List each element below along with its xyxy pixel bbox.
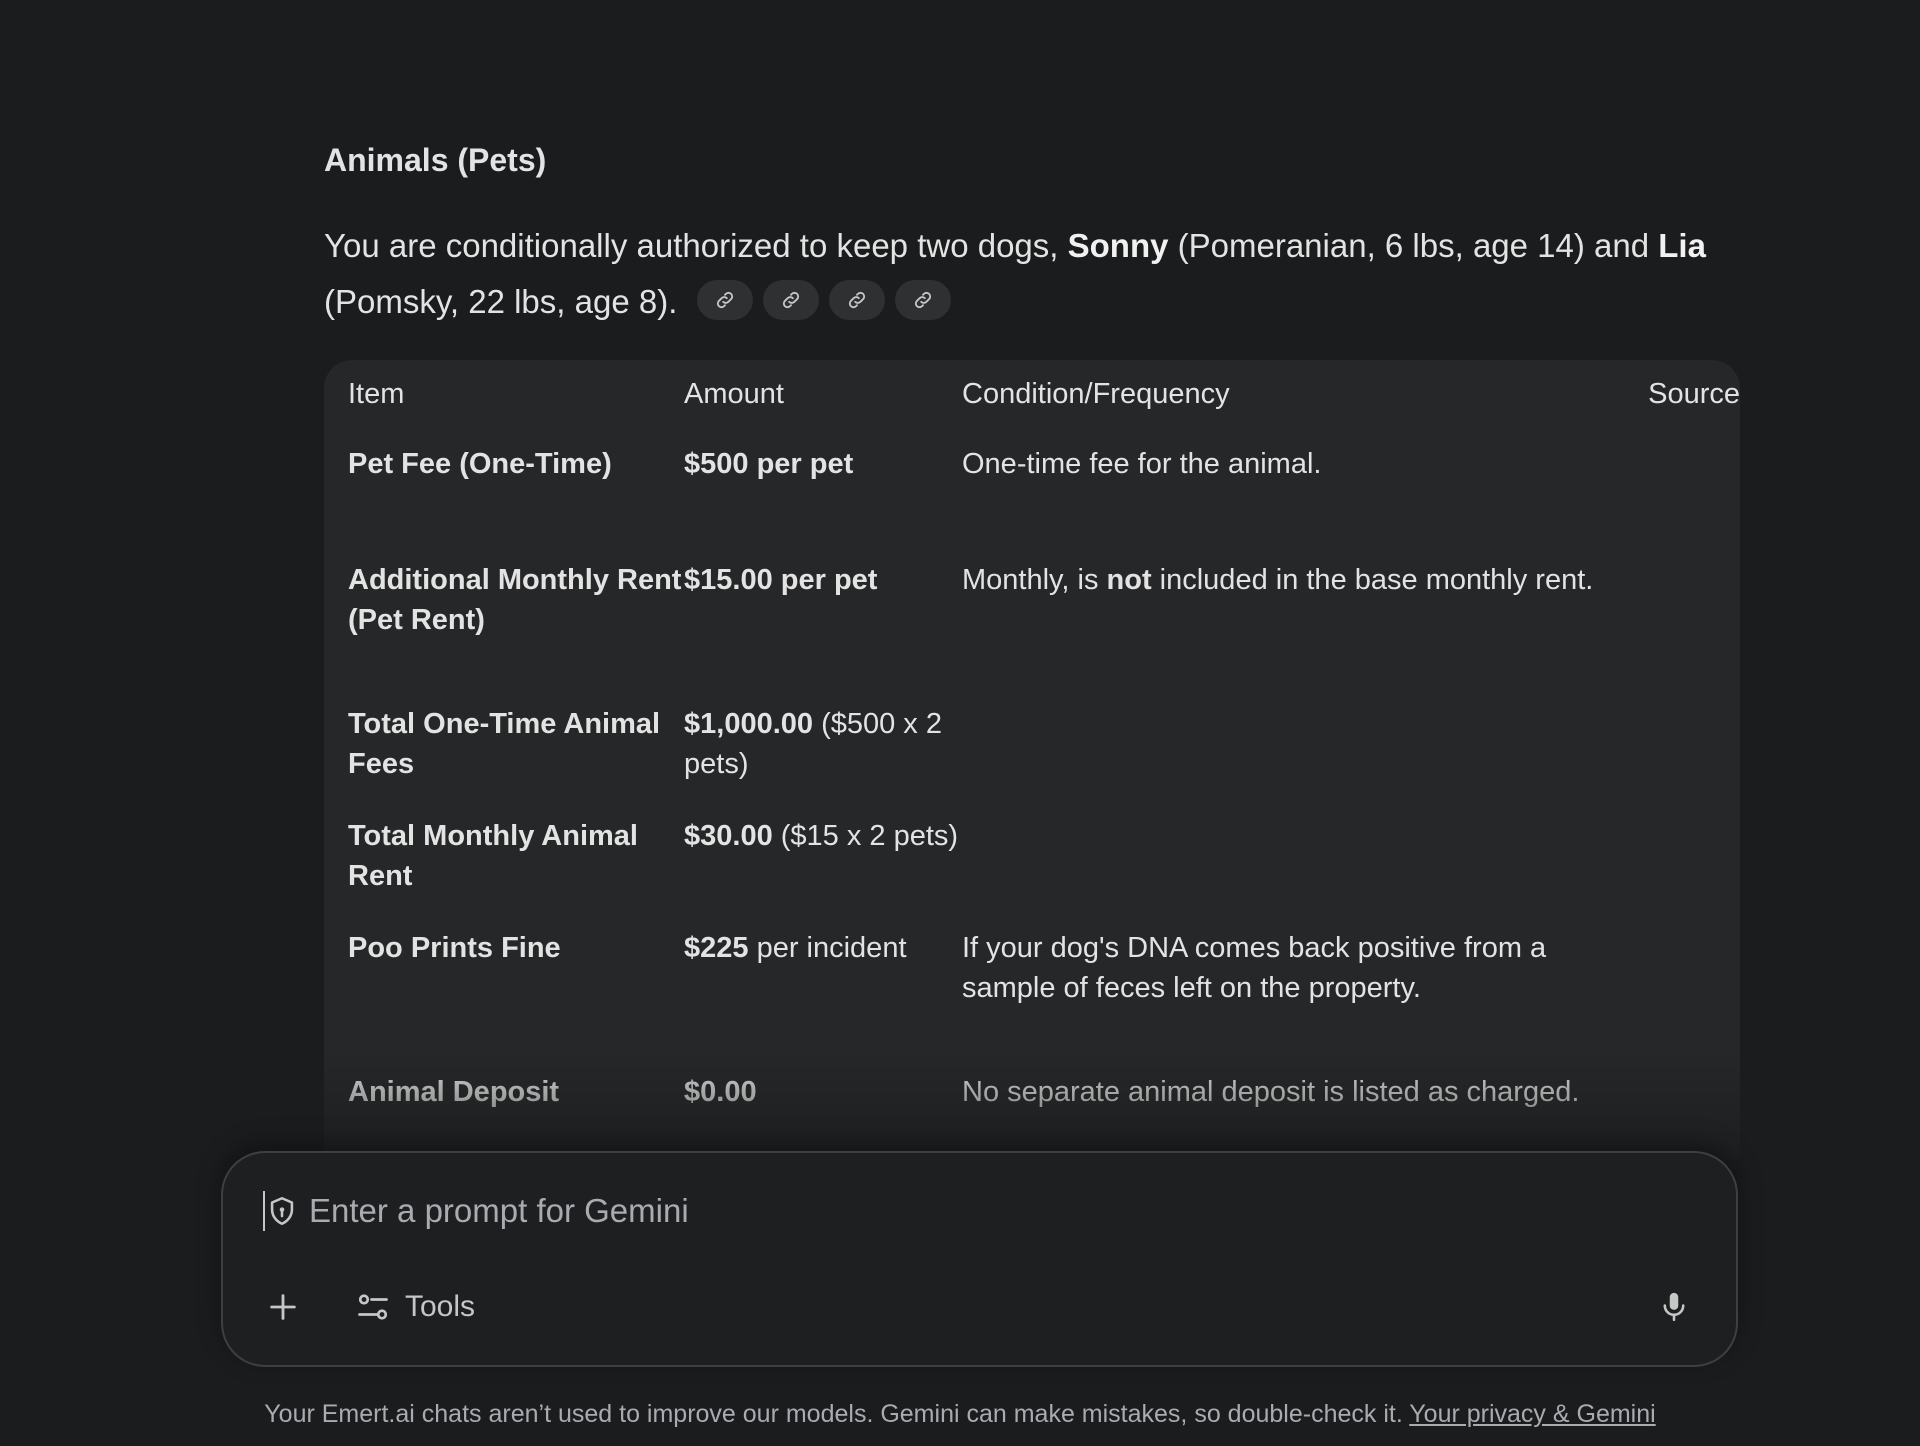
gemini-chat-page: Animals (Pets) You are conditionally aut… bbox=[0, 0, 1920, 1446]
link-icon bbox=[848, 292, 865, 309]
intro-text: (Pomsky, 22 lbs, age 8). bbox=[324, 283, 678, 320]
cell-item: Poo Prints Fine bbox=[348, 932, 561, 964]
pet-fees-table-card: Item Amount Condition/Frequency Source P… bbox=[324, 360, 1740, 1160]
intro-text: (Pomeranian, 6 lbs, age 14) and bbox=[1168, 227, 1659, 264]
cell-item: Total Monthly Animal Rent bbox=[348, 820, 638, 892]
prompt-input[interactable] bbox=[309, 1192, 1609, 1230]
table-header-row: Item Amount Condition/Frequency Source bbox=[324, 360, 1740, 432]
cell-amount: $1,000.00 ($500 x 2 pets) bbox=[684, 692, 962, 804]
table-row: Total Monthly Animal Rent $30.00 ($15 x … bbox=[324, 804, 1740, 916]
cell-source bbox=[1622, 432, 1740, 548]
condition-text: One-time fee for the animal. bbox=[962, 448, 1322, 480]
tools-button[interactable]: Tools bbox=[355, 1281, 475, 1333]
link-icon bbox=[914, 292, 931, 309]
column-header-condition: Condition/Frequency bbox=[962, 378, 1230, 410]
cell-item: Pet Fee (One-Time) bbox=[348, 448, 612, 480]
condition-text: No separate animal deposit is listed as … bbox=[962, 1076, 1580, 1108]
cell-item: Animal Deposit bbox=[348, 1076, 560, 1108]
table-row: Poo Prints Fine $225 per incident If you… bbox=[324, 916, 1740, 1060]
cell-amount: $0.00 bbox=[684, 1060, 962, 1132]
amount-value: $0.00 bbox=[684, 1076, 757, 1108]
source-chip-2[interactable] bbox=[762, 280, 819, 321]
cell-item: Total One-Time Animal Fees bbox=[348, 708, 661, 780]
cell-amount: $30.00 ($15 x 2 pets) bbox=[684, 804, 962, 916]
amount-value: $30.00 bbox=[684, 820, 773, 852]
cell-condition: If your dog's DNA comes back positive fr… bbox=[962, 916, 1622, 1060]
privacy-link[interactable]: Your privacy & Gemini bbox=[1409, 1400, 1655, 1428]
prompt-input-row bbox=[263, 1191, 1609, 1231]
condition-text: Monthly, is bbox=[962, 564, 1107, 596]
cell-condition bbox=[962, 804, 1622, 916]
cell-amount: $500 per pet bbox=[684, 432, 962, 548]
amount-value: $15.00 per pet bbox=[684, 564, 878, 596]
add-button[interactable] bbox=[259, 1283, 307, 1331]
cell-condition: Monthly, is not included in the base mon… bbox=[962, 548, 1622, 692]
cell-condition bbox=[962, 692, 1622, 804]
condition-emphasis: not bbox=[1106, 564, 1152, 596]
link-icon bbox=[716, 292, 733, 309]
cell-item: Additional Monthly Rent (Pet Rent) bbox=[348, 564, 682, 636]
link-icon bbox=[782, 292, 799, 309]
amount-detail: per incident bbox=[748, 932, 907, 964]
column-header-source: Source bbox=[1648, 378, 1740, 410]
prompt-composer: Tools bbox=[221, 1151, 1738, 1367]
amount-value: $500 per pet bbox=[684, 448, 854, 480]
table-row: Animal Deposit $0.00 No separate animal … bbox=[324, 1060, 1740, 1132]
cell-amount: $15.00 per pet bbox=[684, 548, 962, 692]
tools-label: Tools bbox=[405, 1290, 476, 1323]
condition-text: If your dog's DNA comes back positive fr… bbox=[962, 932, 1547, 1004]
table-row: Total One-Time Animal Fees $1,000.00 ($5… bbox=[324, 692, 1740, 804]
condition-text: included in the base monthly rent. bbox=[1151, 564, 1594, 596]
cell-source bbox=[1622, 916, 1740, 1060]
intro-paragraph: You are conditionally authorized to keep… bbox=[324, 218, 1724, 330]
table-row: Pet Fee (One-Time) $500 per pet One-time… bbox=[324, 432, 1740, 548]
amount-detail: ($15 x 2 pets) bbox=[772, 820, 959, 852]
intro-text: You are conditionally authorized to keep… bbox=[324, 227, 1068, 264]
tools-icon bbox=[358, 1294, 388, 1320]
dog-name-sonny: Sonny bbox=[1067, 227, 1169, 264]
footer-disclaimer: Your Emert.ai chats aren’t used to impro… bbox=[0, 1400, 1920, 1429]
disclaimer-text: Your Emert.ai chats aren’t used to impro… bbox=[264, 1400, 1410, 1428]
source-chip-1[interactable] bbox=[696, 280, 753, 321]
cell-source bbox=[1622, 804, 1740, 916]
table-row: Additional Monthly Rent (Pet Rent) $15.0… bbox=[324, 548, 1740, 692]
column-header-amount: Amount bbox=[684, 378, 784, 410]
pet-fees-table: Item Amount Condition/Frequency Source P… bbox=[324, 360, 1740, 1132]
mic-icon bbox=[1663, 1292, 1685, 1322]
plus-icon bbox=[270, 1294, 296, 1320]
cell-source bbox=[1622, 548, 1740, 692]
amount-value: $225 bbox=[684, 932, 749, 964]
cell-condition: No separate animal deposit is listed as … bbox=[962, 1060, 1622, 1132]
amount-value: $1,000.00 bbox=[684, 708, 814, 740]
column-header-item: Item bbox=[348, 378, 405, 410]
cell-condition: One-time fee for the animal. bbox=[962, 432, 1622, 548]
dog-name-lia: Lia bbox=[1658, 227, 1706, 264]
cell-source bbox=[1622, 1060, 1740, 1132]
shield-icon bbox=[270, 1196, 294, 1226]
source-chip-3[interactable] bbox=[828, 280, 885, 321]
cell-source bbox=[1622, 692, 1740, 804]
source-chip-4[interactable] bbox=[894, 280, 951, 321]
section-heading: Animals (Pets) bbox=[324, 142, 547, 178]
cell-amount: $225 per incident bbox=[684, 916, 962, 1060]
microphone-button[interactable] bbox=[1648, 1281, 1700, 1333]
